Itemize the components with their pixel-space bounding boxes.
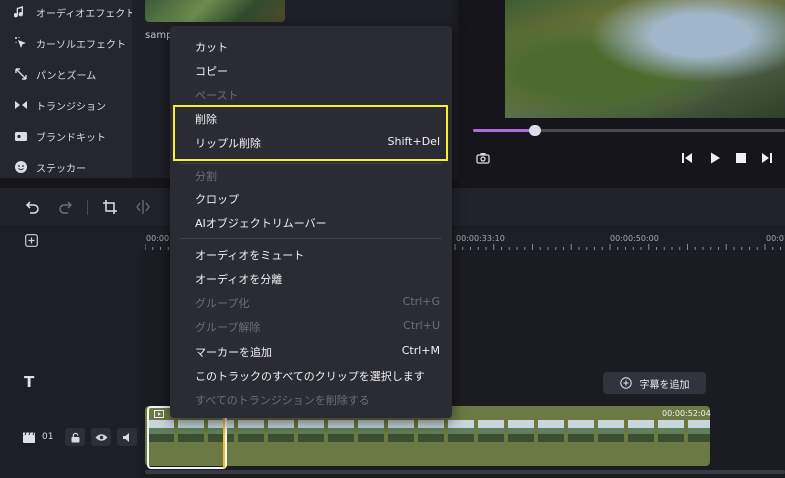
menu-item-split: 分割 — [195, 170, 217, 183]
menu-item-remove-all-transitions: すべてのトランジションを削除する — [195, 394, 370, 407]
left-sidebar — [0, 0, 132, 178]
ruler-label: 00:00 — [146, 234, 170, 243]
add-track-icon[interactable] — [25, 234, 38, 247]
crop-icon[interactable] — [102, 199, 118, 215]
media-thumbnail-label: samp — [145, 30, 173, 41]
menu-item-ungroup: グループ解除 — [195, 321, 261, 334]
sidebar-item-label: ステッカー — [36, 163, 86, 175]
video-track-controls: 01 — [22, 428, 138, 446]
speaker-icon — [122, 432, 129, 442]
clapperboard-icon — [23, 431, 35, 443]
video-clip-icon — [154, 410, 164, 418]
cursor-sparkle-icon — [15, 37, 26, 48]
split-icon[interactable] — [135, 199, 151, 215]
eye-icon — [95, 433, 108, 441]
menu-item-mute-audio[interactable]: オーディオをミュート — [195, 247, 304, 263]
plus-circle-icon — [619, 377, 632, 389]
sidebar-item-label: カーソルエフェクト — [36, 39, 126, 51]
undo-icon[interactable] — [24, 199, 40, 215]
menu-shortcut: Ctrl+M — [401, 344, 440, 357]
pan-zoom-icon — [15, 68, 27, 80]
menu-separator — [180, 163, 442, 164]
next-frame-icon[interactable] — [760, 151, 774, 165]
clip-filmstrip — [148, 420, 710, 442]
redo-icon[interactable] — [58, 199, 74, 215]
media-thumbnail[interactable] — [145, 0, 285, 22]
sidebar-item-brand-kit[interactable]: ブランドキット — [14, 126, 106, 146]
transition-icon — [15, 101, 27, 109]
sticker-icon — [15, 161, 27, 173]
previous-frame-icon[interactable] — [680, 151, 694, 165]
menu-item-select-all-clips-in-track[interactable]: このトラックのすべてのクリップを選択します — [195, 368, 425, 384]
sidebar-item-label: トランジション — [36, 101, 106, 113]
menu-item-detach-audio[interactable]: オーディオを分離 — [195, 271, 282, 287]
sidebar-item-pan-zoom[interactable]: パンとズーム — [14, 64, 96, 84]
clip-duration: 00:00:52:04 — [662, 409, 711, 418]
track-number: 01 — [42, 432, 54, 442]
timeline-scrollbar[interactable] — [145, 470, 785, 474]
play-icon[interactable] — [708, 151, 722, 165]
menu-item-cut[interactable]: カット — [195, 39, 228, 55]
menu-item-add-marker[interactable]: マーカーを追加 — [195, 344, 272, 360]
brand-kit-icon — [15, 132, 27, 141]
lock-track-button[interactable] — [65, 428, 86, 446]
menu-item-crop[interactable]: クロップ — [195, 191, 239, 207]
toggle-visibility-button[interactable] — [91, 428, 112, 446]
stop-icon[interactable] — [734, 151, 748, 165]
toolbar-divider — [87, 200, 88, 215]
mute-track-button[interactable] — [117, 428, 138, 446]
menu-shortcut: Ctrl+U — [403, 319, 440, 332]
add-caption-button[interactable]: 字幕を追加 — [603, 372, 706, 394]
text-track-icon[interactable]: T — [24, 373, 34, 391]
sidebar-item-label: パンとズーム — [36, 70, 97, 82]
lock-icon — [71, 432, 80, 442]
sidebar-item-stickers[interactable]: ステッカー — [14, 157, 86, 177]
ruler-label: 00:00:50:00 — [610, 234, 659, 243]
ruler-label: 00:00:33:10 — [456, 234, 505, 243]
highlight-annotation-box — [173, 105, 448, 161]
menu-separator — [180, 238, 442, 239]
preview-video-frame — [505, 0, 785, 118]
preview-scrub-progress — [473, 129, 536, 132]
sidebar-item-cursor-effects[interactable]: カーソルエフェクト — [14, 33, 126, 53]
menu-item-paste: ペースト — [195, 89, 239, 102]
music-note-icon — [14, 6, 24, 18]
menu-item-copy[interactable]: コピー — [195, 63, 228, 79]
sidebar-item-audio-effects[interactable]: オーディオエフェクト — [14, 2, 135, 22]
ruler-label: 00:01 — [766, 234, 785, 243]
camera-snapshot-icon[interactable] — [476, 151, 490, 165]
menu-item-group: グループ化 — [195, 297, 250, 310]
menu-item-ai-object-remover[interactable]: AIオブジェクトリムーバー — [195, 215, 327, 231]
menu-shortcut: Ctrl+G — [402, 295, 440, 308]
sidebar-item-transitions[interactable]: トランジション — [14, 95, 106, 115]
sidebar-item-label: オーディオエフェクト — [36, 8, 136, 20]
sidebar-item-label: ブランドキット — [36, 132, 106, 144]
add-caption-label: 字幕を追加 — [639, 379, 690, 391]
